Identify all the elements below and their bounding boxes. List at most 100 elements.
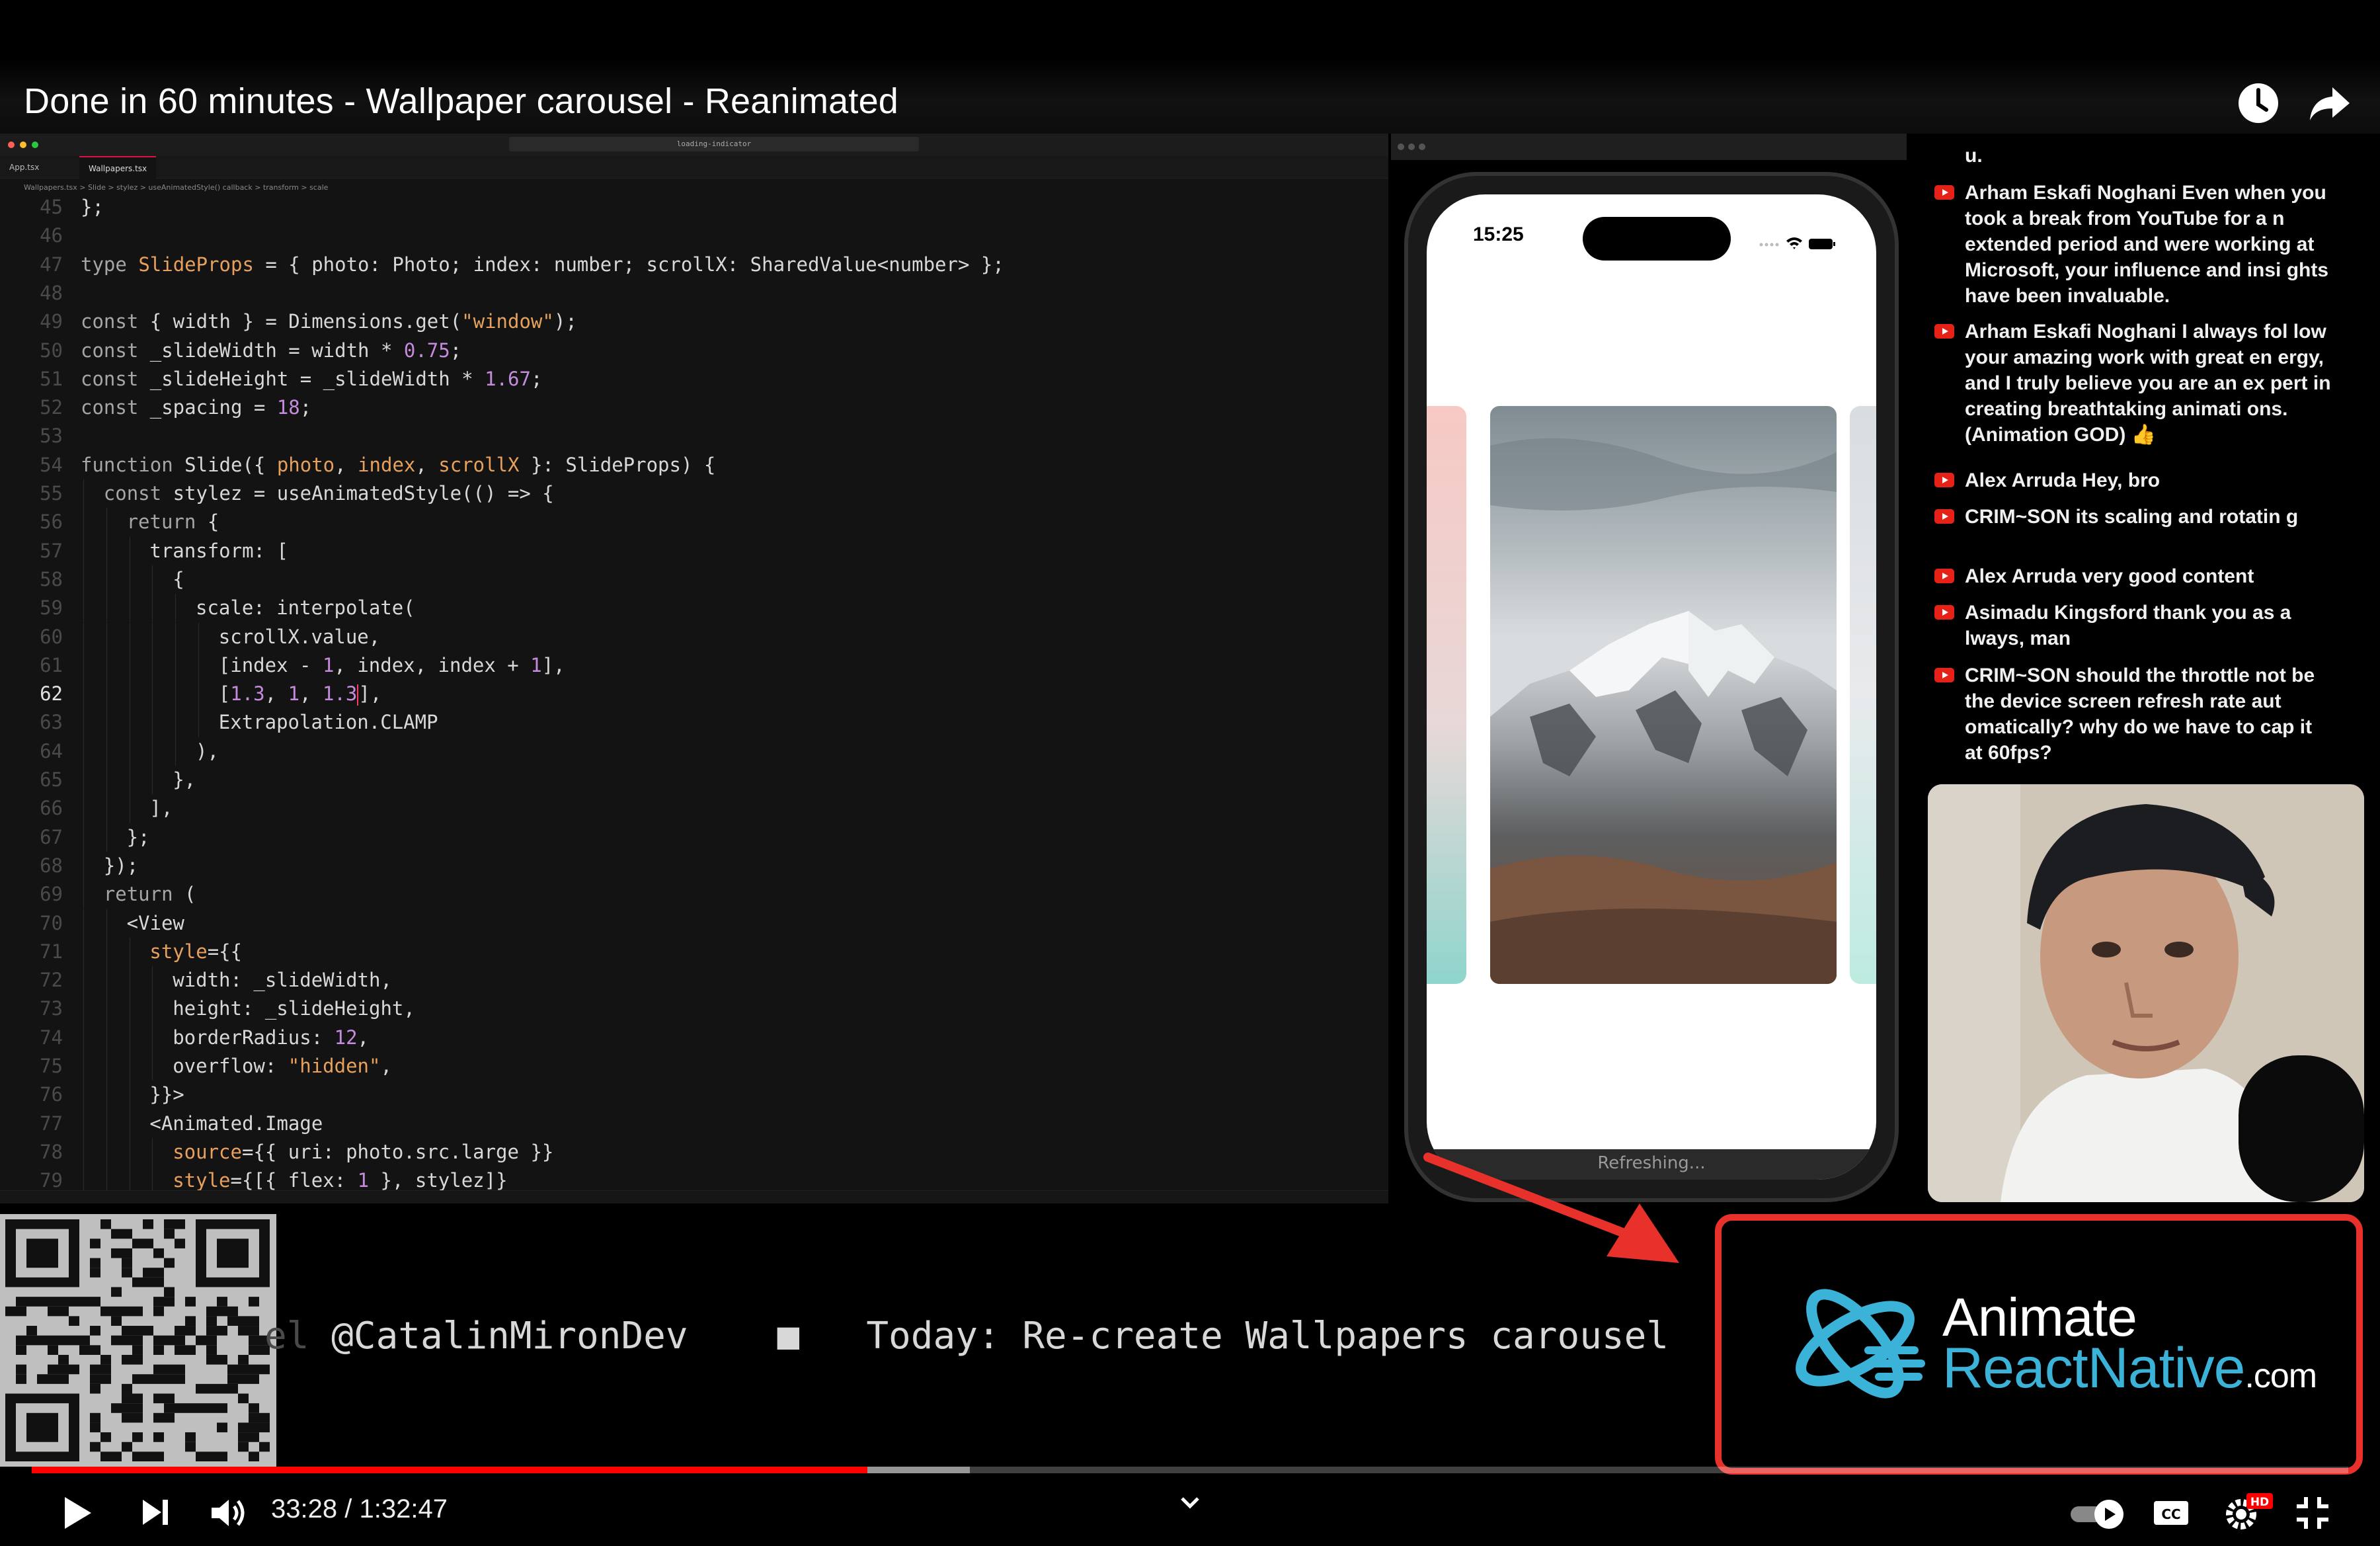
code-line[interactable]: 64),	[0, 737, 1375, 766]
tab-app-tsx[interactable]: App.tsx	[0, 156, 48, 179]
code-line[interactable]: 69 return (	[0, 880, 1375, 909]
code-line[interactable]: 63 Extrapolation.CLAMP	[0, 708, 1375, 737]
sim-zoom-dot[interactable]	[1419, 143, 1425, 150]
code-line[interactable]: 45};	[0, 193, 1375, 222]
editor-status-bar	[0, 1190, 1388, 1203]
code-line[interactable]: 62 [1.3, 1, 1.3],	[0, 680, 1375, 709]
code-line[interactable]: 76}}>	[0, 1080, 1375, 1110]
code-line[interactable]: 52 const _spacing = 18;	[0, 393, 1375, 422]
code-text: };	[126, 825, 150, 848]
progress-played	[32, 1467, 867, 1473]
code-line[interactable]: 46	[0, 222, 1375, 250]
chat-message[interactable]: Alex Arruda Hey, bro	[1934, 468, 2335, 493]
code-line[interactable]: 54 function Slide({ photo, index, scrollX…	[0, 451, 1375, 479]
indent-guide	[106, 680, 107, 709]
carousel-slide-current[interactable]	[1490, 406, 1837, 984]
indent-guide	[83, 565, 84, 594]
command-center[interactable]: loading-indicator	[509, 137, 919, 151]
indent-guide	[106, 622, 107, 651]
editor-titlebar: loading-indicator	[0, 134, 1388, 156]
sim-minimize-dot[interactable]	[1408, 143, 1415, 150]
chevron-down-icon[interactable]	[1177, 1493, 1203, 1516]
tab-wallpapers-tsx[interactable]: Wallpapers.tsx	[79, 156, 157, 179]
code-line[interactable]: 70 <View	[0, 909, 1375, 938]
indent-guide	[83, 622, 84, 651]
youtube-icon	[1934, 569, 1954, 583]
window-zoom-dot[interactable]	[32, 142, 38, 148]
video-title[interactable]: Done in 60 minutes - Wallpaper carousel …	[24, 81, 898, 122]
atom-logo-icon	[1796, 1289, 1925, 1399]
code-text: return {	[126, 510, 219, 534]
animate-react-native-logo[interactable]: Animate ReactNative.com	[1715, 1214, 2363, 1475]
indent-guide	[198, 680, 199, 709]
code-line[interactable]: 78 source={{ uri: photo.src.large }}	[0, 1137, 1375, 1167]
cc-icon[interactable]: CC	[2153, 1497, 2190, 1531]
chat-message[interactable]: Alex Arruda very good content	[1934, 563, 2335, 589]
gear-icon[interactable]: HD	[2223, 1492, 2276, 1534]
code-line[interactable]: 57 transform: [	[0, 536, 1375, 565]
sim-close-dot[interactable]	[1398, 143, 1404, 150]
breadcrumb[interactable]: Wallpapers.tsx > Slide > stylez > useAni…	[24, 181, 328, 194]
volume-icon[interactable]	[209, 1494, 246, 1534]
progress-bar[interactable]	[32, 1467, 2348, 1473]
line-number: 70	[40, 911, 63, 934]
exit-fullscreen-icon[interactable]	[2294, 1494, 2331, 1534]
code-area[interactable]: 45}; 46 47 type SlideProps = { photo: Photo…	[0, 193, 1388, 1196]
carousel-slide-prev[interactable]	[1427, 406, 1466, 984]
chat-message[interactable]: Arham Eskafi Noghani I always fol low yo…	[1934, 319, 2335, 448]
chat-author: Arham Eskafi Noghani	[1965, 182, 2182, 204]
code-line[interactable]: 77 <Animated.Image	[0, 1109, 1375, 1138]
clock-icon[interactable]	[2236, 81, 2281, 126]
play-icon[interactable]	[57, 1493, 97, 1535]
window-close-dot[interactable]	[8, 142, 15, 148]
code-line[interactable]: 48	[0, 279, 1375, 307]
indent-guide	[83, 651, 84, 680]
phone-screen[interactable]: 15:25 Refreshing...	[1427, 194, 1876, 1180]
code-line[interactable]: 56 return {	[0, 508, 1375, 537]
code-line[interactable]: 74 borderRadius: 12,	[0, 1023, 1375, 1052]
skip-next-icon[interactable]	[139, 1496, 172, 1531]
player-controls: 33:28 / 1:32:47 CC HD	[0, 1480, 2380, 1546]
line-number: 73	[40, 997, 63, 1020]
code-line[interactable]: 55 const stylez = useAnimatedStyle(() => …	[0, 479, 1375, 509]
indent-guide	[152, 680, 153, 709]
indent-guide	[83, 909, 84, 938]
code-line[interactable]: 51 const _slideHeight = _slideWidth * 1.6…	[0, 365, 1375, 393]
code-line[interactable]: 67};	[0, 823, 1375, 852]
code-line[interactable]: 75 overflow: "hidden",	[0, 1052, 1375, 1081]
chat-message[interactable]: CRIM~SON should the throttle not be the …	[1934, 663, 2335, 766]
time-display: 33:28 / 1:32:47	[271, 1494, 448, 1524]
code-line[interactable]: 66],	[0, 794, 1375, 823]
window-minimize-dot[interactable]	[20, 142, 26, 148]
code-line[interactable]: 65},	[0, 766, 1375, 795]
code-line[interactable]: 53	[0, 422, 1375, 450]
code-line[interactable]: 72 width: _slideWidth,	[0, 966, 1375, 995]
indent-guide	[175, 708, 177, 737]
code-line[interactable]: 49 const { width } = Dimensions.get("wind…	[0, 307, 1375, 336]
chat-message[interactable]: Arham Eskafi Noghani Even when you took …	[1934, 180, 2335, 309]
indent-guide	[152, 651, 153, 680]
code-line[interactable]: 58 {	[0, 565, 1375, 594]
qr-code[interactable]	[0, 1214, 276, 1467]
code-line[interactable]: 47 type SlideProps = { photo: Photo; inde…	[0, 251, 1375, 279]
code-line[interactable]: 60 scrollX.value,	[0, 622, 1375, 651]
code-line[interactable]: 71 style={{	[0, 937, 1375, 967]
phone-frame: 15:25 Refreshing...	[1404, 172, 1899, 1202]
autoplay-toggle-icon[interactable]	[2068, 1497, 2127, 1533]
code-text: scale: interpolate(	[196, 596, 415, 620]
indent-guide	[83, 966, 84, 995]
code-line[interactable]: 68});	[0, 851, 1375, 881]
chat-message[interactable]: Asimadu Kingsford thank you as a lways, …	[1934, 600, 2335, 651]
chat-message[interactable]: CRIM~SON its scaling and rotatin g	[1934, 504, 2335, 530]
ios-simulator: 15:25 Refreshing...	[1391, 134, 1913, 1203]
code-line[interactable]: 59 scale: interpolate(	[0, 594, 1375, 623]
code-line[interactable]: 73 height: _slideHeight,	[0, 995, 1375, 1024]
code-text: });	[103, 854, 139, 877]
indent-guide	[83, 880, 84, 909]
code-line[interactable]: 50 const _slideWidth = width * 0.75;	[0, 337, 1375, 365]
share-arrow-icon[interactable]	[2307, 81, 2352, 126]
code-line[interactable]: 61 [index - 1, index, index + 1],	[0, 651, 1375, 680]
indent-guide	[152, 995, 153, 1024]
time-current: 33:28	[271, 1494, 338, 1524]
carousel-slide-next[interactable]	[1850, 406, 1876, 984]
